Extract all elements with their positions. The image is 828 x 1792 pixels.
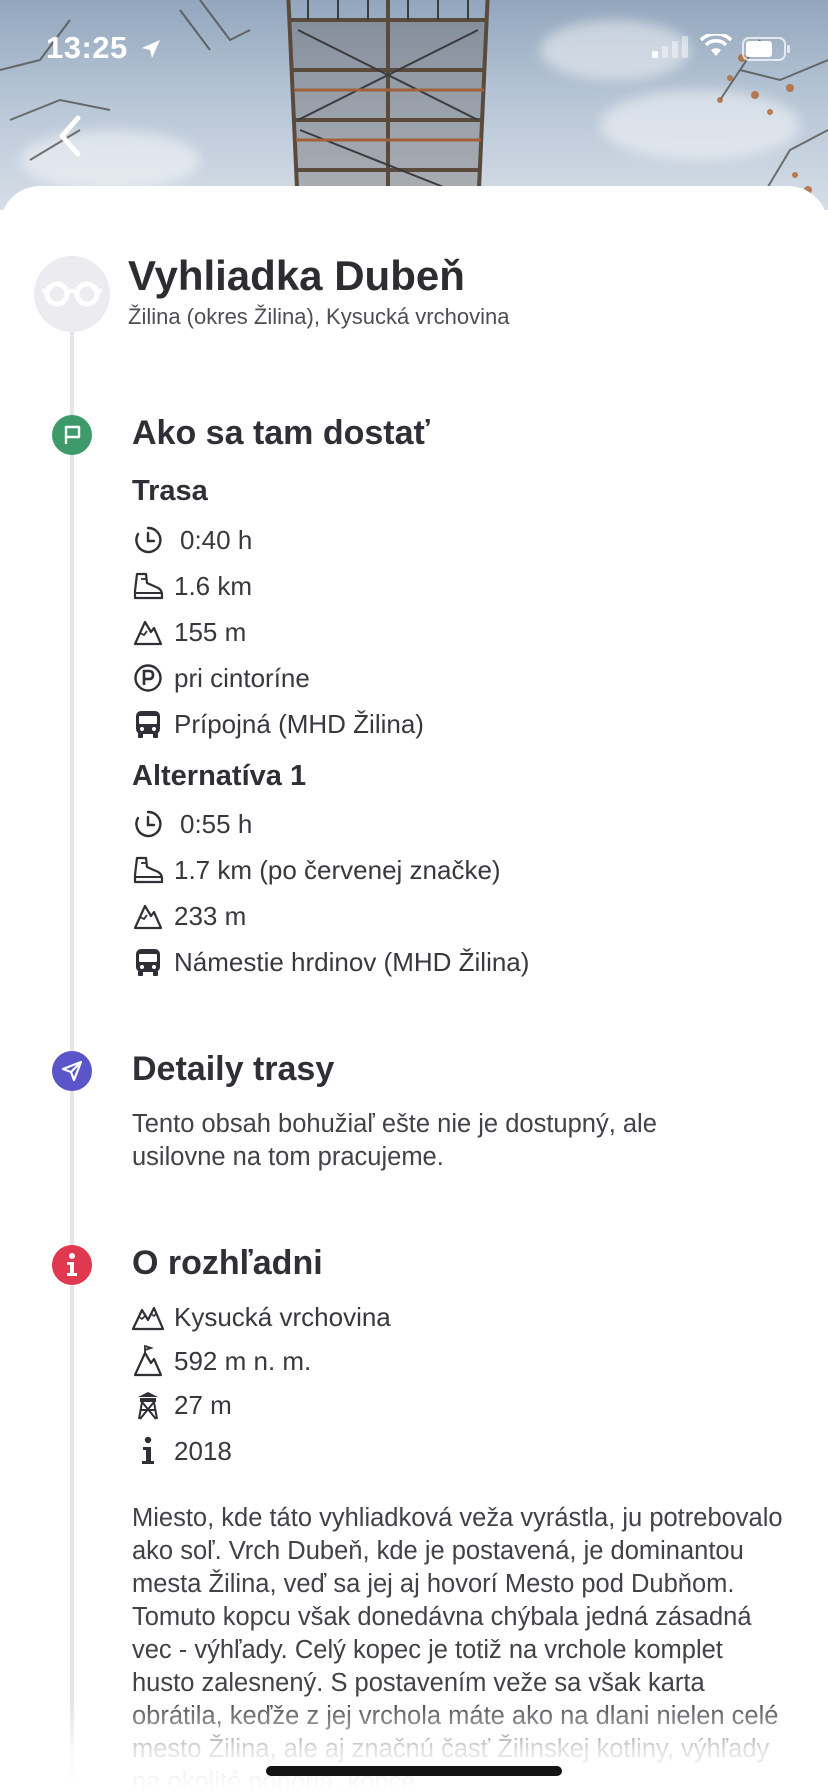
location-arrow-icon bbox=[142, 40, 160, 58]
navigation-arrow-icon bbox=[61, 1060, 83, 1082]
hiking-boot-icon bbox=[133, 572, 164, 600]
route-duration: 0:40 h bbox=[132, 523, 252, 557]
location-subtitle: Žilina (okres Žilina), Kysucká vrchovina bbox=[128, 304, 510, 329]
about-year: 2018 bbox=[132, 1434, 232, 1468]
about-heading: O rozhľadni bbox=[132, 1244, 323, 1282]
route-distance: 1.6 km bbox=[132, 569, 252, 603]
alternative-duration: 0:55 h bbox=[132, 807, 252, 841]
chevron-left-icon bbox=[59, 115, 81, 157]
flag-icon bbox=[64, 425, 81, 444]
battery-icon bbox=[742, 37, 790, 61]
status-time: 13:25 bbox=[46, 30, 128, 65]
mountain-peak-icon bbox=[133, 1345, 163, 1377]
tower-icon bbox=[138, 1392, 158, 1420]
mountain-icon bbox=[133, 620, 163, 646]
how-to-get-marker bbox=[52, 415, 92, 455]
alternative-bus: Námestie hrdinov (MHD Žilina) bbox=[132, 945, 529, 979]
about-height: 27 m bbox=[132, 1388, 232, 1422]
clock-icon bbox=[135, 810, 162, 838]
route-elevation: 155 m bbox=[132, 615, 246, 649]
route-details-heading: Detaily trasy bbox=[132, 1050, 335, 1088]
back-button[interactable] bbox=[50, 112, 90, 160]
mountain-icon bbox=[133, 904, 163, 930]
bus-icon bbox=[136, 711, 160, 738]
about-region: Kysucká vrchovina bbox=[132, 1300, 391, 1334]
route-bus: Prípojná (MHD Žilina) bbox=[132, 707, 424, 741]
alternative-heading: Alternatíva 1 bbox=[132, 760, 307, 792]
avatar bbox=[34, 256, 110, 332]
mountains-icon bbox=[132, 1306, 164, 1331]
bus-icon bbox=[136, 949, 160, 976]
route-heading: Trasa bbox=[132, 475, 208, 507]
info-icon bbox=[67, 1253, 77, 1276]
status-bar: 13:25 bbox=[0, 0, 828, 100]
scroll-fade bbox=[0, 1700, 828, 1792]
alternative-elevation: 233 m bbox=[132, 899, 246, 933]
route-details-marker bbox=[52, 1051, 92, 1091]
how-to-get-heading: Ako sa tam dostať bbox=[132, 414, 430, 452]
page-title: Vyhliadka Dubeň bbox=[128, 252, 465, 299]
about-marker bbox=[52, 1245, 92, 1285]
route-parking: pri cintoríne bbox=[132, 661, 310, 695]
cellular-signal-icon bbox=[652, 36, 688, 58]
about-altitude: 592 m n. m. bbox=[132, 1344, 311, 1378]
route-details-text: Tento obsah bohužiaľ ešte nie je dostupn… bbox=[132, 1110, 657, 1171]
alternative-distance: 1.7 km (po červenej značke) bbox=[132, 853, 501, 887]
glasses-icon bbox=[42, 281, 102, 307]
hiking-boot-icon bbox=[133, 856, 164, 884]
clock-icon bbox=[135, 526, 162, 554]
wifi-icon bbox=[700, 34, 732, 56]
home-indicator[interactable] bbox=[266, 1766, 562, 1776]
parking-icon bbox=[134, 664, 162, 692]
info-i-icon bbox=[142, 1436, 154, 1464]
